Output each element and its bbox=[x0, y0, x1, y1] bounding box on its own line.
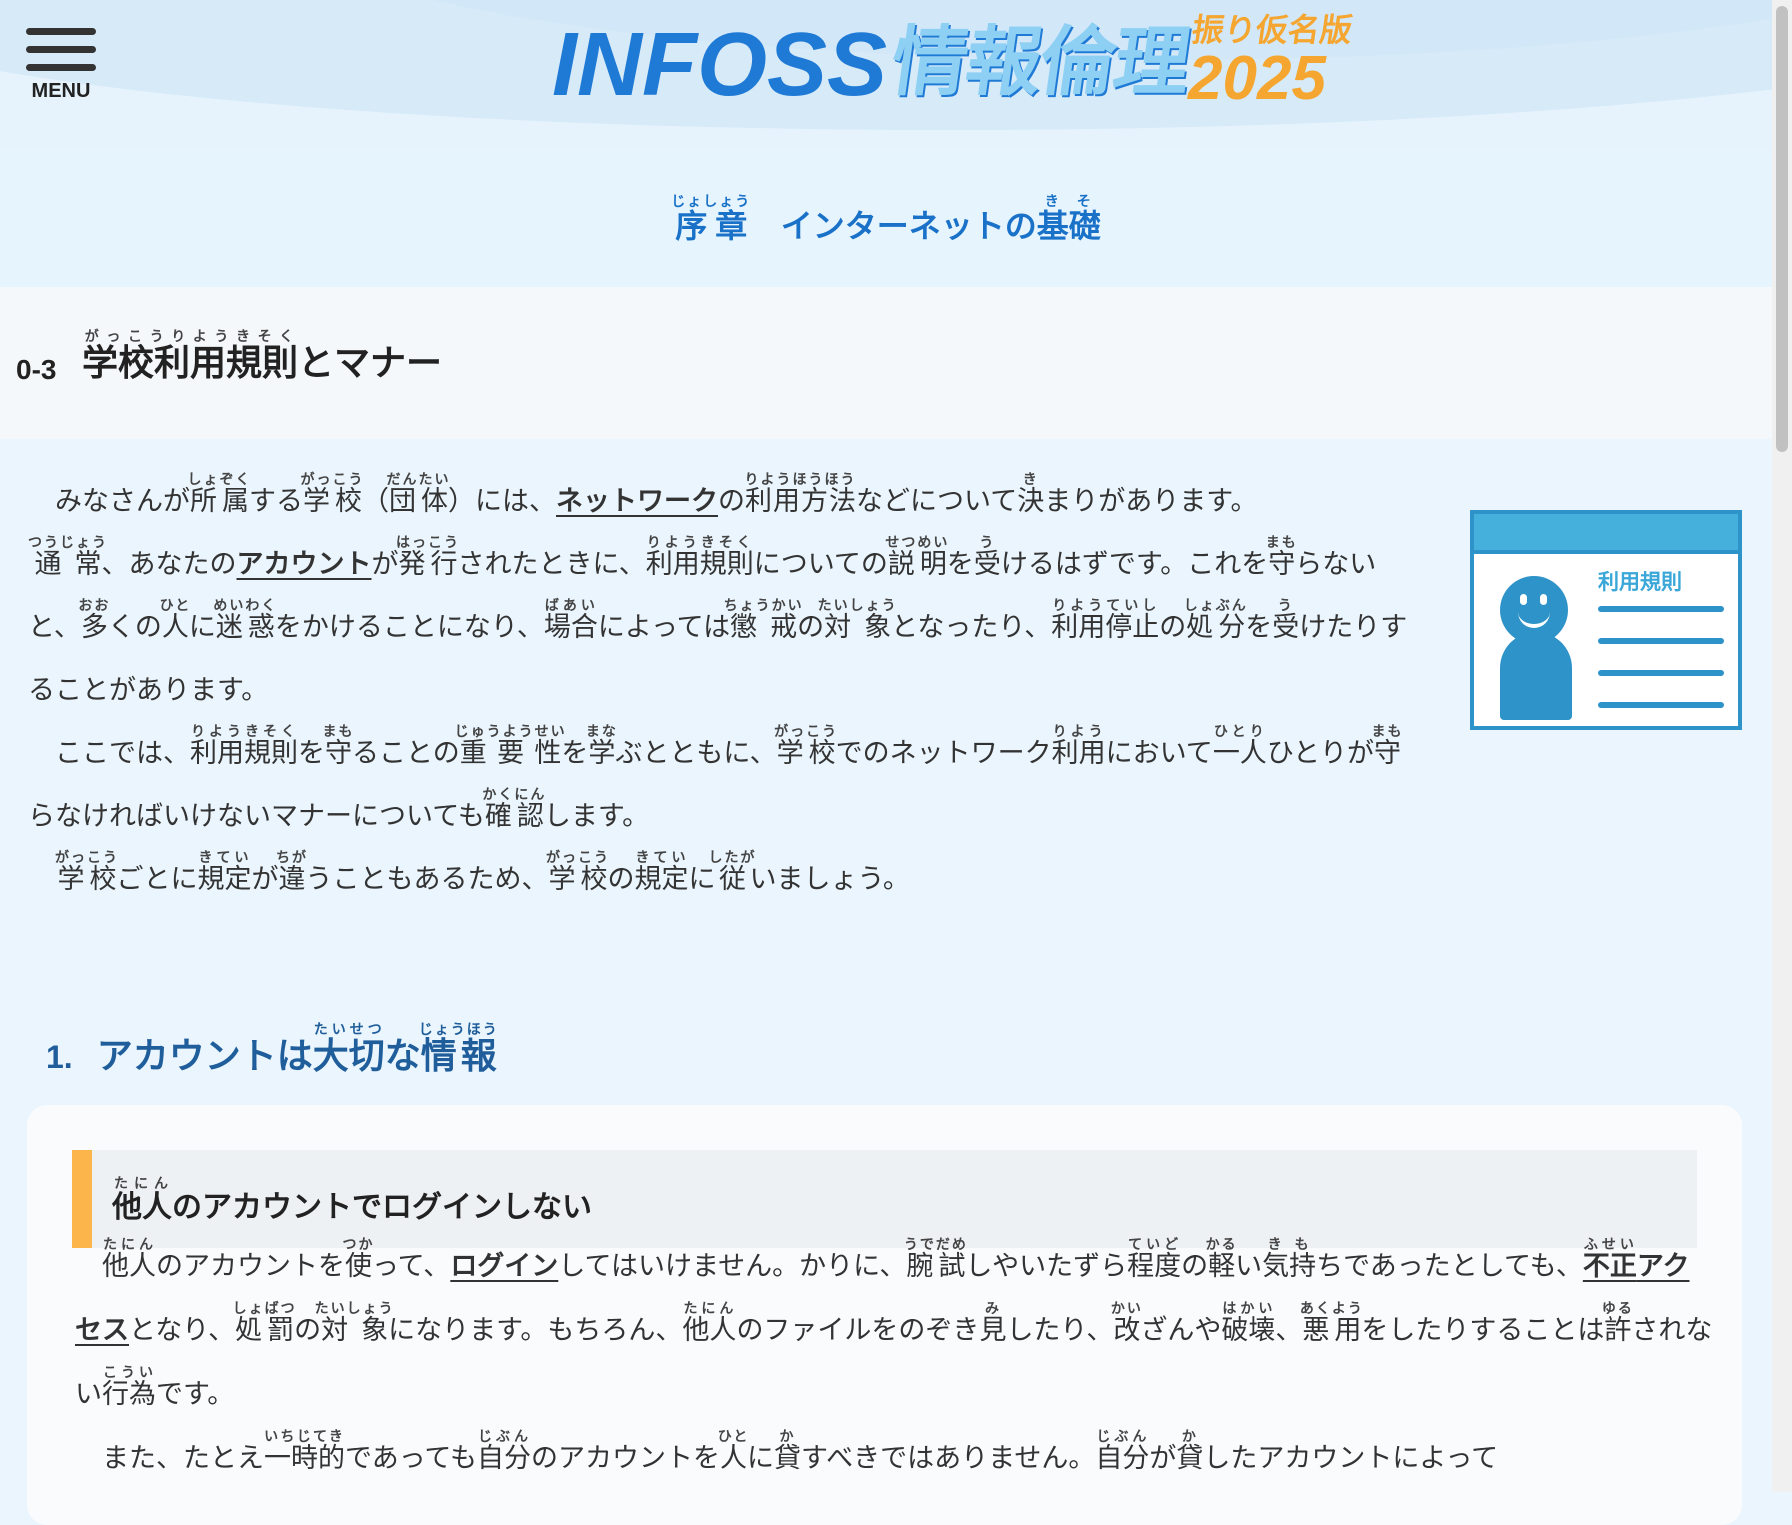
scrollbar-thumb[interactable] bbox=[1776, 6, 1788, 452]
text-line bbox=[1598, 702, 1724, 708]
card-header-strip bbox=[1474, 514, 1738, 554]
section-header: 0-3 学校利用規則がっこうりようきそくとマナー bbox=[0, 287, 1772, 439]
term-link-network[interactable]: ネットワーク bbox=[556, 486, 718, 517]
callout-title: 他人たにんのアカウントでログインしない bbox=[112, 1176, 592, 1225]
illustration-title: 利用規則 bbox=[1598, 570, 1682, 594]
menu-label: MENU bbox=[31, 80, 91, 102]
card-text: 他人たにんのアカウントを使つかって、ログインしてはいけません。かりに、腕試うでだ… bbox=[75, 1235, 1715, 1491]
intro-paragraph: ここでは、利用規則りようきそくを守まもることの重要性じゅうようせいを学まなぶとと… bbox=[28, 724, 1404, 832]
content-card: 他人たにんのアカウントでログインしない 他人たにんのアカウントを使つかって、ログ… bbox=[27, 1105, 1742, 1525]
callout-box: 他人たにんのアカウントでログインしない bbox=[72, 1150, 1697, 1248]
section-number: 0-3 bbox=[16, 354, 57, 385]
chapter-banner: 序章じょしょう インターネットの基礎きそ bbox=[0, 150, 1772, 287]
person-icon bbox=[1500, 632, 1572, 720]
eye-icon bbox=[1520, 594, 1527, 605]
section-title: 学校利用規則がっこうりようきそくとマナー bbox=[82, 329, 443, 384]
card-paragraph: 他人たにんのアカウントを使つかって、ログインしてはいけません。かりに、腕試うでだ… bbox=[75, 1237, 1713, 1410]
eye-icon bbox=[1540, 594, 1547, 605]
term-link-login[interactable]: ログイン bbox=[450, 1251, 558, 1282]
text-line bbox=[1598, 670, 1724, 676]
text-line bbox=[1598, 606, 1724, 612]
intro-paragraph: 通常つうじょう、あなたのアカウントが発行はっこうされたときに、利用規則りようきそ… bbox=[28, 535, 1408, 706]
subsection-heading: 1. アカウントは大切たいせつな情報じょうほう bbox=[46, 1022, 499, 1079]
hamburger-icon bbox=[26, 64, 96, 71]
hamburger-icon bbox=[26, 28, 96, 35]
logo-edition: 振り仮名版 bbox=[1189, 11, 1355, 49]
chapter-title: 序章じょしょう インターネットの基礎きそ bbox=[671, 194, 1101, 245]
logo-latin: INFOSS bbox=[552, 15, 888, 115]
term-link-account[interactable]: アカウント bbox=[237, 549, 372, 580]
menu-button[interactable]: MENU bbox=[26, 28, 96, 103]
site-header: MENU INFOSS 情報倫理 振り仮名版 2025 bbox=[0, 0, 1792, 150]
hamburger-icon bbox=[26, 46, 96, 53]
card-paragraph: また、たとえ一時的いちじてきであっても自分じぶんのアカウントを人ひとに貸かすべき… bbox=[102, 1429, 1499, 1474]
intro-text: みなさんが所属しょぞくする学校がっこう（団体だんたい）には、ネットワークの利用方… bbox=[28, 470, 1418, 911]
intro-paragraph: みなさんが所属しょぞくする学校がっこう（団体だんたい）には、ネットワークの利用方… bbox=[55, 472, 1258, 517]
rules-card-illustration: 利用規則 bbox=[1470, 510, 1742, 730]
logo-japanese: 情報倫理 bbox=[885, 17, 1195, 106]
logo-year: 2025 bbox=[1188, 44, 1326, 113]
subsection-title: アカウントは大切たいせつな情報じょうほう bbox=[96, 1022, 499, 1077]
vertical-scrollbar[interactable] bbox=[1772, 0, 1792, 1492]
intro-paragraph: 学校がっこうごとに規定きていが違ちがうこともあるため、学校がっこうの規定きていに… bbox=[55, 850, 910, 895]
subsection-number: 1. bbox=[46, 1039, 73, 1075]
text-line bbox=[1598, 638, 1724, 644]
